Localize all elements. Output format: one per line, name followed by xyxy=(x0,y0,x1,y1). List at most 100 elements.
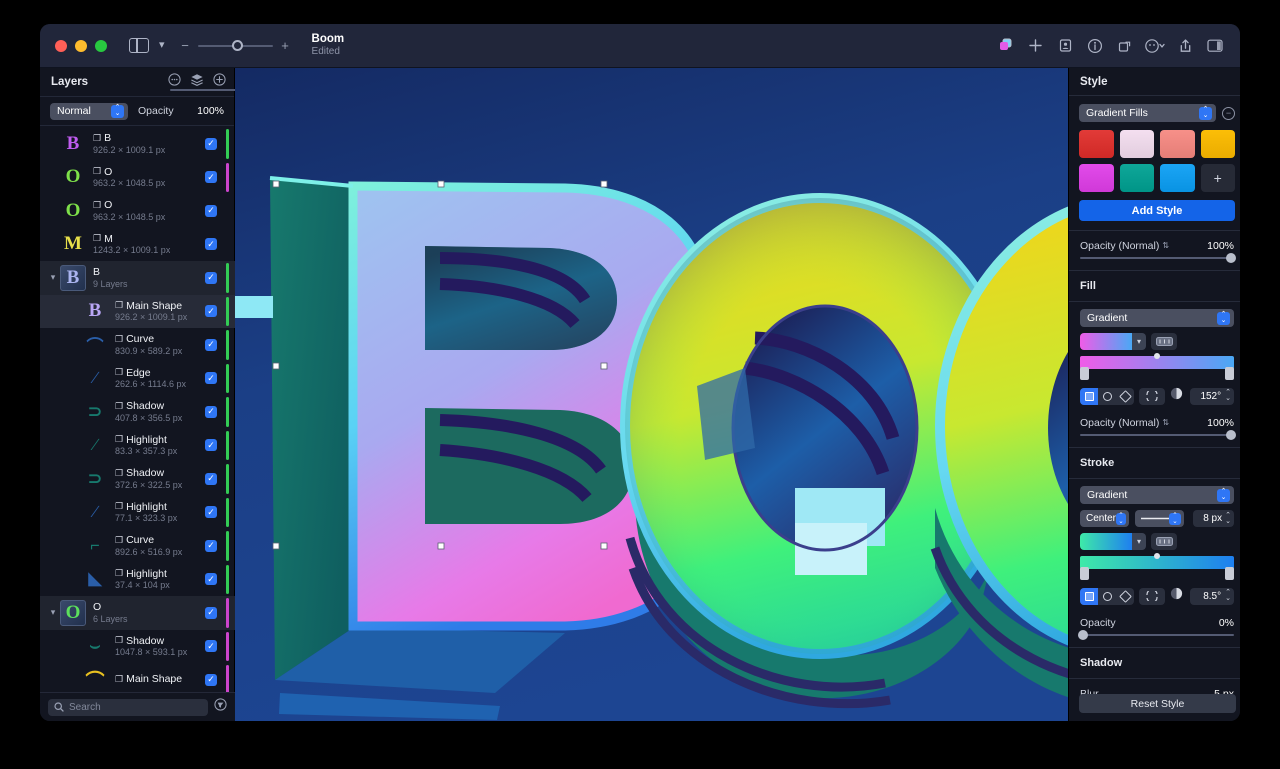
radial-gradient-icon[interactable] xyxy=(1098,588,1116,605)
disclosure-chevron-icon[interactable]: ▾ xyxy=(46,607,60,618)
chevron-updown-icon[interactable]: ⌃ ⌄ xyxy=(1116,512,1126,525)
linear-gradient-icon[interactable] xyxy=(1080,387,1098,405)
minus-circle-icon[interactable]: − xyxy=(1222,106,1235,120)
layer-visibility-checkbox[interactable]: ✓ xyxy=(205,137,217,150)
gradient-repeat-icon[interactable] xyxy=(1139,387,1165,405)
chevron-updown-icon[interactable]: ⌃ ⌄ xyxy=(1217,488,1230,502)
radial-gradient-icon[interactable] xyxy=(1098,388,1116,405)
layer-row[interactable]: M ❐ M 1243.2 × 1009.1 px ✓ xyxy=(40,228,235,262)
gradient-opacity-icon[interactable] xyxy=(1170,587,1183,605)
layer-row[interactable]: ▾ B B 9 Layers ✓ xyxy=(40,261,235,295)
filter-icon[interactable] xyxy=(214,698,227,716)
chevron-updown-icon[interactable]: ⇅ xyxy=(1162,418,1169,427)
layer-visibility-checkbox[interactable]: ✓ xyxy=(205,405,217,418)
style-swatch[interactable] xyxy=(1160,164,1195,192)
transform-icon[interactable] xyxy=(1110,31,1140,61)
style-swatch[interactable] xyxy=(1200,130,1235,158)
layer-row[interactable]: ⊃ ❐ Shadow 372.6 × 322.5 px ✓ xyxy=(40,462,235,496)
layer-row[interactable]: B ❐ B 926.2 × 1009.1 px ✓ xyxy=(40,127,235,161)
layer-visibility-checkbox[interactable]: ✓ xyxy=(205,372,217,385)
chevron-updown-icon[interactable]: ⌃ ⌄ xyxy=(1169,512,1181,525)
zoom-slider-knob[interactable] xyxy=(231,40,243,51)
stroke-gradient-options-button[interactable] xyxy=(1151,533,1177,550)
search-input[interactable]: Search xyxy=(48,698,208,716)
layer-visibility-checkbox[interactable]: ✓ xyxy=(205,539,217,552)
fill-opacity-slider[interactable] xyxy=(1080,430,1236,440)
layer-row[interactable]: ∕ ❐ Highlight 77.1 × 323.3 px ✓ xyxy=(40,496,235,530)
style-swatch[interactable] xyxy=(1079,130,1114,158)
close-window-button[interactable] xyxy=(55,39,67,52)
layer-visibility-checkbox[interactable]: ✓ xyxy=(205,338,217,351)
layer-visibility-checkbox[interactable]: ✓ xyxy=(205,305,217,318)
style-swatch[interactable] xyxy=(1119,130,1154,158)
gradient-stop-start[interactable] xyxy=(1080,567,1089,580)
add-swatch-button[interactable]: + xyxy=(1200,164,1235,192)
conical-gradient-icon[interactable] xyxy=(1116,388,1134,405)
style-swatch[interactable] xyxy=(1079,164,1114,192)
layer-visibility-checkbox[interactable]: ✓ xyxy=(205,204,217,217)
layers-color-icon[interactable] xyxy=(990,31,1020,61)
stroke-gradient-swatch[interactable]: ▾ xyxy=(1080,533,1146,550)
stroke-opacity-slider[interactable] xyxy=(1078,630,1234,640)
linear-gradient-icon[interactable] xyxy=(1080,587,1098,605)
gradient-opacity-icon[interactable] xyxy=(1170,387,1183,405)
layer-visibility-checkbox[interactable]: ✓ xyxy=(205,238,217,251)
disclosure-chevron-icon[interactable]: ▾ xyxy=(46,272,60,283)
adjust-icon[interactable] xyxy=(1140,31,1170,61)
fill-angle-field[interactable]: 152° ⌃ ⌄ xyxy=(1190,387,1234,405)
layer-visibility-checkbox[interactable]: ✓ xyxy=(205,640,217,653)
stepper-icon[interactable]: ⌃ ⌄ xyxy=(1225,389,1231,402)
gradient-mid-stop[interactable] xyxy=(1153,353,1160,359)
fill-gradient-swatch[interactable]: ▾ xyxy=(1080,333,1146,350)
style-swatch[interactable] xyxy=(1160,130,1195,158)
gradient-repeat-icon[interactable] xyxy=(1139,587,1165,605)
gradient-mid-stop[interactable] xyxy=(1153,553,1160,559)
share-icon[interactable] xyxy=(1170,31,1200,61)
chevron-down-icon[interactable]: ▾ xyxy=(159,40,165,51)
style-opacity-slider[interactable] xyxy=(1080,253,1236,263)
fill-opacity-knob[interactable] xyxy=(1226,430,1236,440)
layer-visibility-checkbox[interactable]: ✓ xyxy=(205,271,217,284)
layer-visibility-checkbox[interactable]: ✓ xyxy=(205,472,217,485)
canvas[interactable] xyxy=(235,68,1068,721)
layer-row[interactable]: ∕ ❐ Edge 262.6 × 1114.6 px ✓ xyxy=(40,362,235,396)
sidebar-toggle-icon[interactable] xyxy=(129,38,149,53)
layer-row[interactable]: ∕ ❐ Highlight 83.3 × 357.3 px ✓ xyxy=(40,429,235,463)
reset-style-button[interactable]: Reset Style xyxy=(1079,694,1236,713)
stroke-opacity-knob[interactable] xyxy=(1078,630,1088,640)
selection-handles[interactable] xyxy=(235,68,1068,721)
gradient-stop-end[interactable] xyxy=(1225,567,1234,580)
zoom-out-button[interactable]: − xyxy=(181,39,190,52)
fill-gradient-options-button[interactable] xyxy=(1151,333,1177,350)
chevron-down-icon[interactable]: ▾ xyxy=(1132,533,1146,550)
layer-visibility-checkbox[interactable]: ✓ xyxy=(205,573,217,586)
layer-row[interactable]: ⌒ ❐ Curve 830.9 × 589.2 px ✓ xyxy=(40,328,235,362)
layer-row[interactable]: ⊃ ❐ Shadow 407.8 × 356.5 px ✓ xyxy=(40,395,235,429)
fill-type-select[interactable]: Gradient ⌃ ⌄ xyxy=(1080,309,1234,327)
style-swatch-grid[interactable]: + xyxy=(1069,130,1240,200)
add-style-button[interactable]: Add Style xyxy=(1079,200,1235,221)
layer-list[interactable]: B ❐ B 926.2 × 1009.1 px ✓ O ❐ O 963.2 × 1048.5 p… xyxy=(40,127,235,692)
stroke-gradient-type-segmented[interactable] xyxy=(1080,587,1134,605)
inspector-icon[interactable] xyxy=(1200,31,1230,61)
info-icon[interactable] xyxy=(1080,31,1110,61)
stroke-alignment-select[interactable]: Center ⌃ ⌄ xyxy=(1080,510,1129,527)
layer-visibility-checkbox[interactable]: ✓ xyxy=(205,673,217,686)
zoom-in-button[interactable]: + xyxy=(281,39,290,52)
layer-visibility-checkbox[interactable]: ✓ xyxy=(205,606,217,619)
conical-gradient-icon[interactable] xyxy=(1116,588,1134,605)
maximize-window-button[interactable] xyxy=(95,39,107,52)
stroke-width-field[interactable]: 8 px ⌃ ⌄ xyxy=(1193,510,1234,527)
layer-row[interactable]: ⌐ ❐ Curve 892.6 × 516.9 px ✓ xyxy=(40,529,235,563)
layer-visibility-checkbox[interactable]: ✓ xyxy=(205,171,217,184)
blend-mode-select[interactable]: Normal ⌃ ⌄ xyxy=(50,102,128,120)
layer-row[interactable]: O ❐ O 963.2 × 1048.5 px ✓ xyxy=(40,194,235,228)
layer-row[interactable]: ◣ ❐ Highlight 37.4 × 104 px ✓ xyxy=(40,563,235,597)
chevron-updown-icon[interactable]: ⌃ ⌄ xyxy=(1217,311,1230,325)
add-icon[interactable] xyxy=(1020,31,1050,61)
layer-row[interactable]: O ❐ O 963.2 × 1048.5 px ✓ xyxy=(40,161,235,195)
layer-visibility-checkbox[interactable]: ✓ xyxy=(205,439,217,452)
stepper-icon[interactable]: ⌃ ⌄ xyxy=(1225,589,1231,602)
zoom-slider[interactable] xyxy=(197,40,273,51)
fill-gradient-bar[interactable] xyxy=(1080,353,1234,369)
